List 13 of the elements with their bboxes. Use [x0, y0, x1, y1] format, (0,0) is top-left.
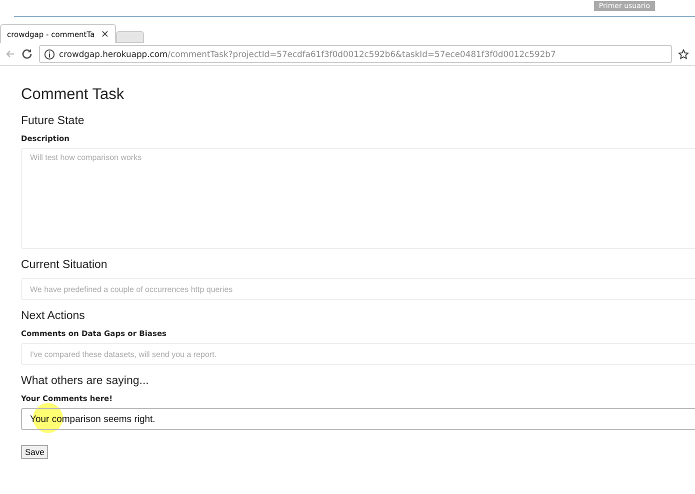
section-heading: Future State	[21, 115, 86, 127]
section-heading: Next Actions	[21, 310, 86, 322]
input-field[interactable]: We have predefined a couple of occurrences http queries	[21, 278, 695, 300]
text-area[interactable]: Will test how comparison works	[21, 148, 695, 249]
section-heading: Current Situation	[21, 259, 108, 271]
input-field[interactable]: I've compared these datasets, will send you a report.	[21, 343, 695, 365]
address-bar[interactable]: crowdgap.herokuapp.com/commentTask?projectId=57ecdfa61f3f0d0012c592b6&taskId=57ece0481f3f0d0012c592b7	[39, 45, 672, 63]
reload-icon[interactable]	[21, 48, 33, 60]
save-button[interactable]: Save	[21, 445, 48, 459]
section-heading: What others are saying...	[21, 375, 150, 387]
info-icon[interactable]	[44, 48, 55, 60]
star-icon[interactable]	[678, 48, 689, 60]
page-title: Comment Task	[21, 86, 126, 104]
